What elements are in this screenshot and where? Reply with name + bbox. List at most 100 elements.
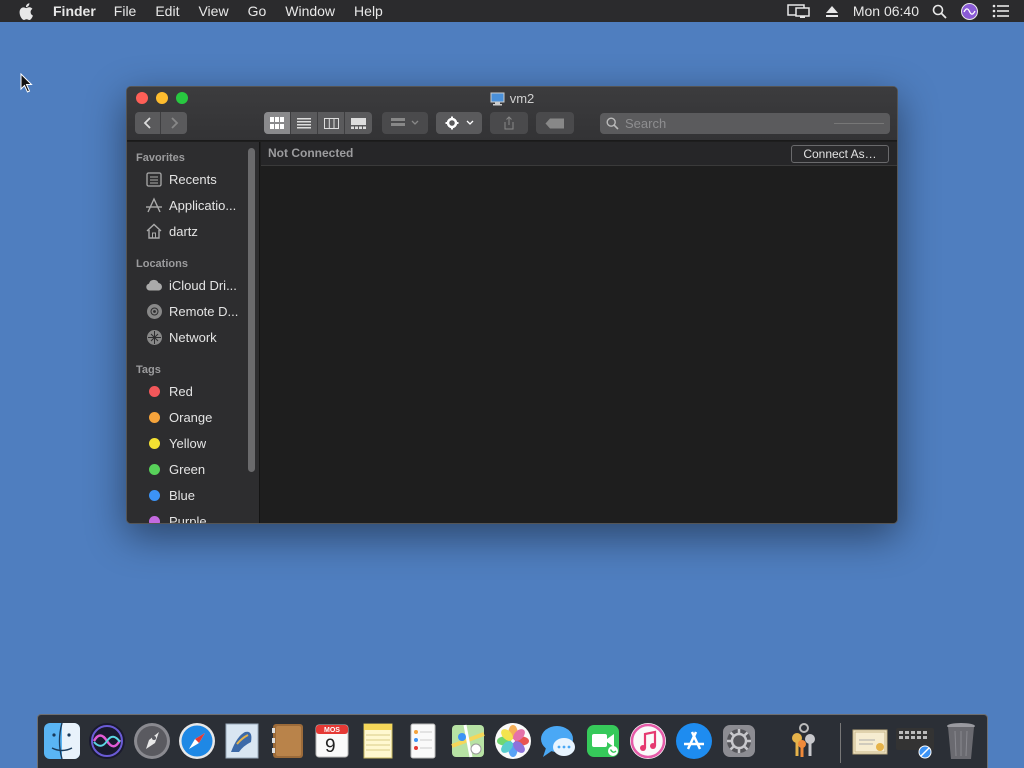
sidebar-tag-orange[interactable]: Orange — [127, 405, 245, 429]
search-field[interactable] — [600, 113, 890, 134]
connection-status: Not Connected — [268, 146, 354, 160]
dock-itunes[interactable] — [628, 721, 668, 761]
action-menu-button[interactable] — [436, 112, 482, 134]
dock-reminders[interactable] — [403, 721, 443, 761]
sidebar-tag-blue[interactable]: Blue — [127, 483, 245, 507]
launchpad-icon — [134, 723, 170, 759]
sidebar-item-label: Blue — [169, 487, 196, 503]
chevron-left-icon — [143, 117, 151, 129]
dock-certificate[interactable] — [850, 721, 890, 761]
sidebar-header-locations: Locations — [136, 258, 188, 270]
eject-icon[interactable] — [825, 4, 839, 18]
dock-trash[interactable] — [941, 721, 981, 761]
dock-safari[interactable] — [177, 721, 217, 761]
siri-icon[interactable] — [961, 2, 978, 20]
sidebar-tag-red[interactable]: Red — [127, 379, 245, 403]
group-icon — [391, 118, 419, 126]
content-area: Not Connected Connect As… — [261, 142, 897, 523]
siri-icon — [89, 723, 125, 759]
sidebar-item-label: Recents — [169, 171, 217, 187]
dock-mail[interactable] — [222, 721, 262, 761]
notification-center-icon[interactable] — [992, 4, 1010, 18]
apple-menu-icon[interactable] — [19, 2, 37, 20]
icon-view-button[interactable] — [264, 112, 291, 134]
dock-launchpad[interactable] — [132, 721, 172, 761]
list-view-button[interactable] — [291, 112, 318, 134]
menu-file[interactable]: File — [114, 3, 137, 19]
dock-calendar[interactable]: MOS 9 — [312, 721, 352, 761]
dock-notes[interactable] — [358, 721, 398, 761]
mail-icon — [225, 723, 259, 759]
connect-as-button[interactable]: Connect As… — [791, 145, 889, 163]
dock-maps[interactable] — [448, 721, 488, 761]
sidebar-scrollbar[interactable] — [248, 148, 255, 472]
share-button[interactable] — [490, 112, 528, 134]
search-input[interactable] — [625, 116, 825, 131]
gallery-view-button[interactable] — [345, 112, 372, 134]
dock-finder[interactable] — [42, 721, 82, 761]
sidebar-item-icloud-drive[interactable]: iCloud Dri... — [127, 273, 245, 297]
column-view-icon — [323, 117, 339, 129]
sidebar-tag-yellow[interactable]: Yellow — [127, 431, 245, 455]
sidebar: Favorites Recents Applicatio... dartz Lo… — [127, 142, 260, 524]
applications-icon — [145, 196, 163, 214]
dock-facetime[interactable] — [583, 721, 623, 761]
dock-system-preferences[interactable] — [719, 721, 759, 761]
app-store-icon — [676, 723, 712, 759]
purple-tag-dot-icon — [148, 515, 160, 523]
menu-clock[interactable]: Mon 06:40 — [853, 3, 919, 19]
menu-go[interactable]: Go — [248, 3, 267, 19]
sidebar-item-label: Red — [169, 383, 193, 399]
contacts-icon — [272, 724, 303, 758]
sidebar-header-favorites: Favorites — [136, 152, 185, 164]
sidebar-item-label: Purple — [169, 513, 207, 524]
share-icon — [504, 116, 514, 130]
menu-edit[interactable]: Edit — [155, 3, 179, 19]
menu-help[interactable]: Help — [354, 3, 383, 19]
finder-window: vm2 Search Favorites Recents Applicatio.… — [126, 86, 898, 524]
safari-icon — [179, 723, 215, 759]
dock-messages[interactable] — [538, 721, 578, 761]
sidebar-item-home[interactable]: dartz — [127, 219, 245, 243]
group-by-button[interactable] — [382, 112, 428, 134]
back-button[interactable] — [135, 112, 161, 134]
notes-icon — [363, 723, 393, 759]
menu-app-name[interactable]: Finder — [53, 3, 96, 19]
remote-disc-icon — [145, 302, 163, 320]
sidebar-item-label: Yellow — [169, 435, 207, 451]
dock: MOS 9 — [37, 714, 988, 768]
menu-view[interactable]: View — [198, 3, 228, 19]
sidebar-header-tags: Tags — [136, 364, 161, 376]
sidebar-item-label: dartz — [169, 223, 198, 239]
yellow-tag-dot-icon — [148, 437, 160, 449]
sidebar-item-label: Remote D... — [169, 303, 239, 319]
display-icon[interactable] — [787, 3, 811, 19]
sidebar-item-remote-disc[interactable]: Remote D... — [127, 299, 245, 323]
column-view-button[interactable] — [318, 112, 345, 134]
tag-color-icon — [145, 434, 163, 452]
dock-network-utility[interactable] — [895, 721, 935, 761]
recents-icon — [145, 170, 163, 188]
blue-tag-dot-icon — [148, 489, 160, 501]
spotlight-icon[interactable] — [932, 4, 947, 19]
dock-siri[interactable] — [87, 721, 127, 761]
sidebar-item-label: Green — [169, 461, 206, 477]
sidebar-item-applications[interactable]: Applicatio... — [127, 193, 245, 217]
sidebar-item-recents[interactable]: Recents — [127, 167, 245, 191]
tag-color-icon — [145, 460, 163, 478]
menu-window[interactable]: Window — [285, 3, 335, 19]
sidebar-item-label: iCloud Dri... — [169, 277, 237, 293]
window-title-text: vm2 — [509, 91, 535, 106]
dock-photos[interactable] — [493, 721, 533, 761]
gear-icon — [445, 116, 474, 130]
sidebar-item-network[interactable]: Network — [127, 325, 245, 349]
dock-app-store[interactable] — [674, 721, 714, 761]
tag-button[interactable] — [536, 112, 574, 134]
sidebar-tag-purple[interactable]: Purple — [127, 509, 245, 524]
green-tag-dot-icon — [148, 463, 160, 475]
connection-bar: Not Connected Connect As… — [261, 142, 897, 166]
forward-button[interactable] — [161, 112, 187, 134]
sidebar-tag-green[interactable]: Green — [127, 457, 245, 481]
dock-contacts[interactable] — [267, 721, 307, 761]
dock-keychain-access[interactable] — [784, 721, 824, 761]
